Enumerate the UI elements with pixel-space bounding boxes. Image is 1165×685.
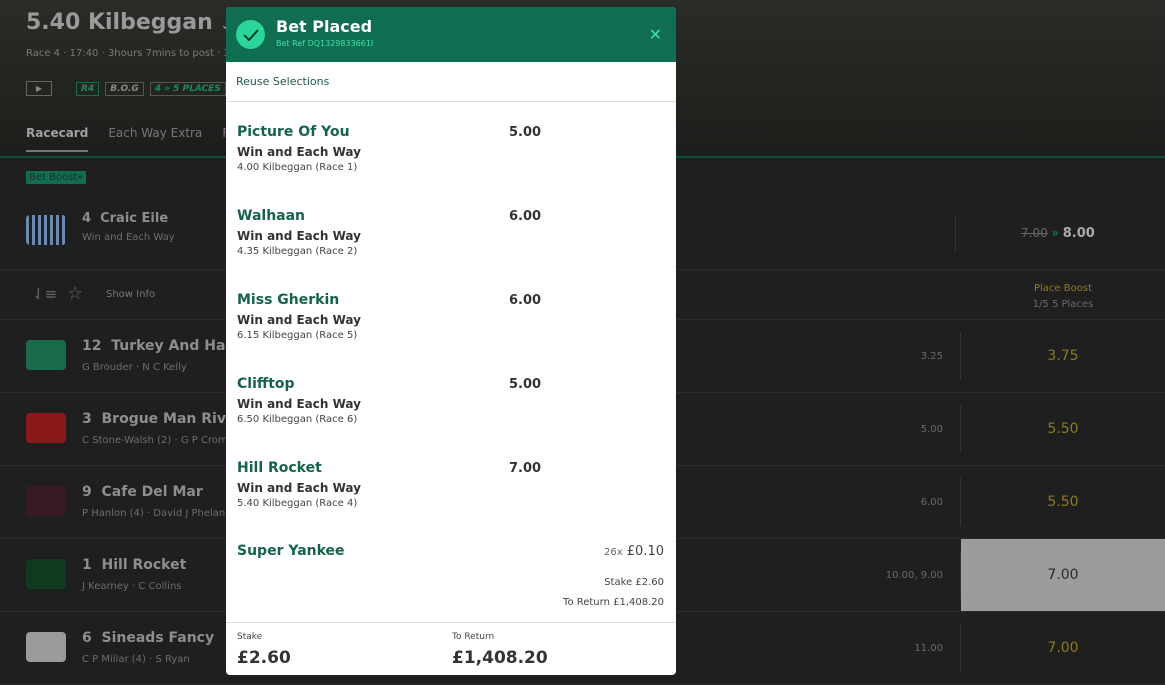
tab-racecard[interactable]: Racecard [26,126,89,152]
silk-icon [26,559,66,589]
badge-places: 4 » 5 PLACES [149,81,226,96]
silk-icon [26,340,66,370]
selection-odds: 5.00 [509,125,542,140]
runner-jockey-trainer: P Hanlon (4) · David J Phelan [82,508,226,519]
badge-race: R4 [76,81,100,96]
old-price: 7.00 [1021,226,1048,240]
runner-name: Hill Rocket [101,557,187,573]
show-info-toggle[interactable]: Show Info [106,289,155,300]
total-return: £1,408.20 [452,648,548,668]
runner-name: Craic Eile [100,211,169,226]
runner-price-button[interactable]: 3.75 [961,320,1165,392]
runner-jockey-trainer: G Brouder · N C Kelly [82,362,187,373]
close-icon[interactable]: ✕ [649,25,662,44]
selection-item: Clifftop 5.00 Win and Each Way 6.50 Kilb… [237,376,667,425]
selection-race: 6.15 Kilbeggan (Race 5) [237,330,358,341]
runner-name: Sineads Fancy [101,630,215,646]
runner-previous-odds: 6.00 [920,497,943,508]
selection-name: Miss Gherkin [237,292,340,308]
star-icon[interactable]: ☆ [67,283,83,304]
runner-previous-odds: 10.00, 9.00 [885,570,943,581]
total-return-label: To Return [452,632,495,642]
silk-icon [26,632,66,662]
total-stake-label: Stake [237,632,263,642]
runner-name: Cafe Del Mar [101,484,203,500]
selection-item: Miss Gherkin 6.00 Win and Each Way 6.15 … [237,292,667,341]
runner-jockey-trainer: J Kearney · C Collins [82,581,182,592]
silk-icon [26,486,66,516]
selection-name: Walhaan [237,208,306,224]
selection-name: Picture Of You [237,124,350,140]
runner-price-button[interactable]: 5.50 [961,466,1165,538]
runner-number: 1 [82,557,92,573]
dialog-header: Bet Placed Bet Ref DQ1329833661I ✕ [226,7,676,62]
event-subtitle: Race 4 · 17:40 · 3hours 7mins to post · … [26,48,240,59]
boost-arrow-icon: » [1051,226,1059,240]
runner-number: 4 [82,211,92,226]
return-line: To Return £1,408.20 [563,597,664,608]
bet-ref: Bet Ref DQ1329833661I [276,39,374,48]
total-stake: £2.60 [237,648,291,668]
selection-item: Walhaan 6.00 Win and Each Way 4.35 Kilbe… [237,208,667,257]
badge-bog: B.O.G [105,81,144,96]
selection-odds: 6.00 [509,209,542,224]
runner-number: 12 [82,338,102,354]
runner-price-button[interactable]: 7.00 [961,612,1165,684]
play-icon[interactable]: ▶ [26,81,52,96]
new-price: 8.00 [1062,226,1095,241]
silk-icon [26,215,66,245]
place-terms: 1/5 5 Places [1032,299,1094,310]
silk-icon [26,413,66,443]
selection-item: Hill Rocket 7.00 Win and Each Way 5.40 K… [237,460,667,509]
event-title[interactable]: 5.40 Kilbeggan ⌄ [26,10,231,35]
selection-race: 4.00 Kilbeggan (Race 1) [237,162,358,173]
runner-previous-odds: 5.00 [920,424,943,435]
selection-market: Win and Each Way [237,229,361,243]
selection-race: 5.40 Kilbeggan (Race 4) [237,498,358,509]
bet-type: Super Yankee [237,543,345,559]
selection-odds: 5.00 [509,377,542,392]
selection-item: Picture Of You 5.00 Win and Each Way 4.0… [237,124,667,173]
selection-race: 6.50 Kilbeggan (Race 6) [237,414,358,425]
runner-jockey-trainer: C P Millar (4) · S Ryan [82,654,190,665]
selection-market: Win and Each Way [237,397,361,411]
selection-name: Clifftop [237,376,295,392]
selection-market: Win and Each Way [237,481,361,495]
selection-market: Win and Each Way [237,313,361,327]
place-boost-label: Place Boost [1034,283,1092,294]
runner-name: Turkey And Ham [111,338,240,354]
selection-race: 4.35 Kilbeggan (Race 2) [237,246,358,257]
selection-odds: 7.00 [509,461,542,476]
dialog-title: Bet Placed [276,17,373,36]
tab-each-way-extra[interactable]: Each Way Extra [108,126,202,152]
dialog-footer: Stake £2.60 To Return £1,408.20 [226,622,676,675]
reuse-selections-link[interactable]: Reuse Selections [226,62,676,102]
runner-number: 6 [82,630,92,646]
stake-line: Stake £2.60 [604,577,664,588]
runner-previous-odds: 3.25 [920,351,943,362]
unit-stake: £0.10 [626,544,664,559]
boosted-price-button[interactable]: 7.00 » 8.00 [1021,226,1095,241]
bet-placed-dialog: Bet Placed Bet Ref DQ1329833661I ✕ Reuse… [226,7,676,675]
selection-odds: 6.00 [509,293,542,308]
bet-lines: 26x [603,547,623,558]
selection-market: Win and Each Way [237,145,361,159]
event-title-text: 5.40 Kilbeggan [26,10,213,35]
check-icon [236,20,265,49]
sort-icon[interactable]: ⇃≡ [32,285,57,303]
selection-name: Hill Rocket [237,460,322,476]
runner-previous-odds: 11.00 [914,643,943,654]
bet-boost-badge: Bet Boost» [26,171,87,184]
runner-market: Win and Each Way [82,232,175,243]
runner-price-button[interactable]: 5.50 [961,393,1165,465]
runner-number: 9 [82,484,92,500]
runner-jockey-trainer: C Stone-Walsh (2) · G P Cromwell [82,435,248,446]
runner-name: Brogue Man River [101,411,243,427]
runner-number: 3 [82,411,92,427]
runner-price-button[interactable]: 7.00 [961,539,1165,611]
